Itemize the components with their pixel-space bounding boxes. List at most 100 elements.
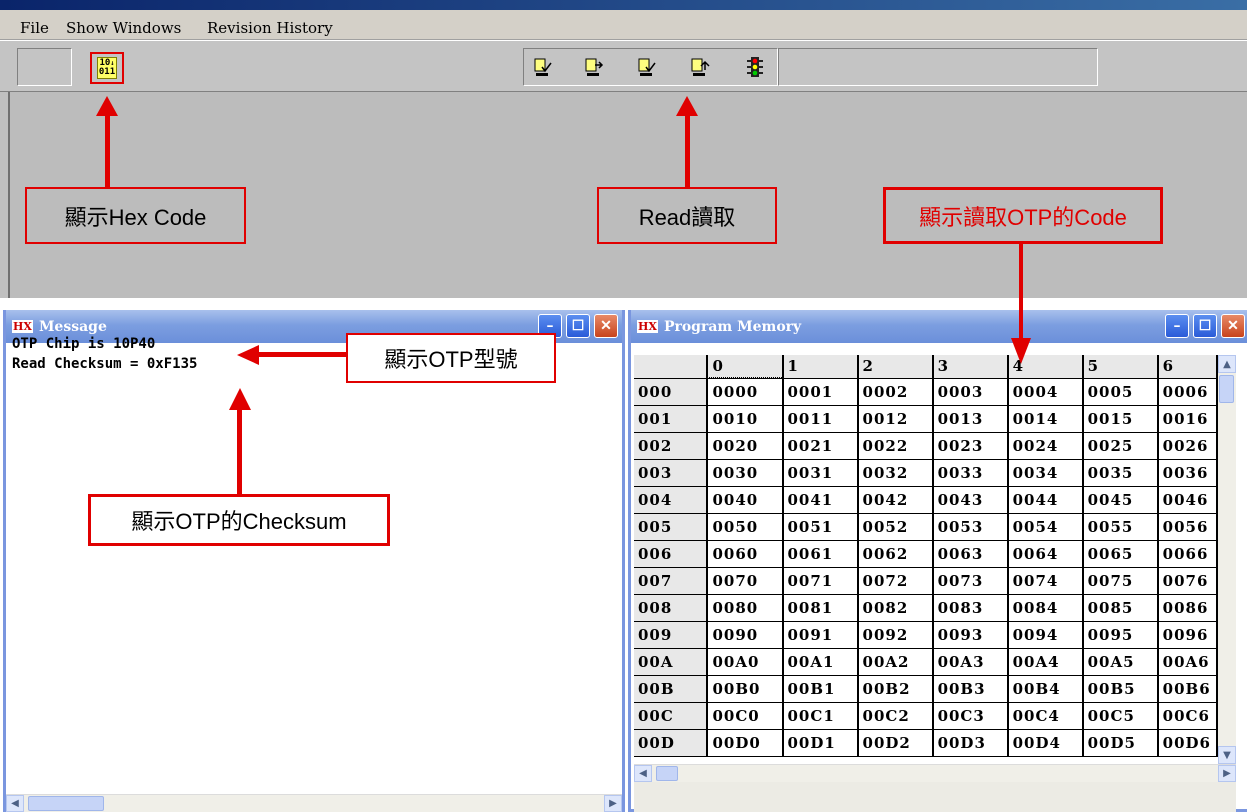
memory-cell[interactable]: 0074 — [1007, 567, 1084, 595]
memory-cell[interactable]: 00A2 — [857, 648, 934, 676]
memory-cell[interactable]: 00C0 — [707, 702, 784, 730]
scroll-down-button[interactable]: ▼ — [1218, 746, 1236, 764]
memory-cell[interactable]: 00C3 — [932, 702, 1009, 730]
memory-cell[interactable]: 0073 — [932, 567, 1009, 595]
memory-cell[interactable]: 0030 — [707, 459, 784, 487]
memory-cell[interactable]: 0001 — [782, 378, 859, 406]
memory-cell[interactable]: 0082 — [857, 594, 934, 622]
memory-cell[interactable]: 0085 — [1082, 594, 1159, 622]
memory-cell[interactable]: 00D4 — [1007, 729, 1084, 757]
memory-cell[interactable]: 00C2 — [857, 702, 934, 730]
memory-cell[interactable]: 00A1 — [782, 648, 859, 676]
program-title-bar[interactable]: HX Program Memory – ☐ ✕ — [631, 310, 1247, 343]
memory-cell[interactable]: 0043 — [932, 486, 1009, 514]
memory-cell[interactable]: 00D2 — [857, 729, 934, 757]
memory-cell[interactable]: 00A6 — [1157, 648, 1218, 676]
menu-revision-history[interactable]: Revision History — [207, 19, 333, 37]
memory-cell[interactable]: 0002 — [857, 378, 934, 406]
memory-cell[interactable]: 0024 — [1007, 432, 1084, 460]
scroll-thumb[interactable] — [1219, 375, 1234, 403]
memory-cell[interactable]: 0051 — [782, 513, 859, 541]
memory-cell[interactable]: 0096 — [1157, 621, 1218, 649]
memory-cell[interactable]: 0022 — [857, 432, 934, 460]
scroll-left-button[interactable]: ◀ — [634, 765, 652, 782]
memory-cell[interactable]: 0000 — [706, 377, 784, 406]
scroll-right-button[interactable]: ▶ — [604, 795, 622, 812]
memory-cell[interactable]: 0084 — [1007, 594, 1084, 622]
memory-cell[interactable]: 0076 — [1157, 567, 1218, 595]
memory-cell[interactable]: 0036 — [1157, 459, 1218, 487]
memory-cell[interactable]: 0014 — [1007, 405, 1084, 433]
memory-cell[interactable]: 0034 — [1007, 459, 1084, 487]
memory-cell[interactable]: 0041 — [782, 486, 859, 514]
memory-cell[interactable]: 0083 — [932, 594, 1009, 622]
close-button[interactable]: ✕ — [1221, 314, 1245, 338]
memory-cell[interactable]: 0055 — [1082, 513, 1159, 541]
memory-cell[interactable]: 0056 — [1157, 513, 1218, 541]
memory-cell[interactable]: 0052 — [857, 513, 934, 541]
memory-cell[interactable]: 0004 — [1007, 378, 1084, 406]
memory-cell[interactable]: 00A4 — [1007, 648, 1084, 676]
memory-cell[interactable]: 00C5 — [1082, 702, 1159, 730]
memory-cell[interactable]: 0015 — [1082, 405, 1159, 433]
memory-cell[interactable]: 0042 — [857, 486, 934, 514]
memory-cell[interactable]: 00A3 — [932, 648, 1009, 676]
memory-cell[interactable]: 00B6 — [1157, 675, 1218, 703]
program-hscrollbar[interactable]: ◀ ▶ — [634, 764, 1236, 782]
traffic-light-button[interactable] — [741, 53, 769, 81]
scroll-up-button[interactable]: ▲ — [1218, 355, 1236, 373]
memory-cell[interactable]: 0093 — [932, 621, 1009, 649]
memory-cell[interactable]: 0054 — [1007, 513, 1084, 541]
scroll-right-button[interactable]: ▶ — [1218, 765, 1236, 782]
memory-cell[interactable]: 0025 — [1082, 432, 1159, 460]
memory-cell[interactable]: 0012 — [857, 405, 934, 433]
memory-cell[interactable]: 0081 — [782, 594, 859, 622]
memory-cell[interactable]: 0045 — [1082, 486, 1159, 514]
memory-cell[interactable]: 00C1 — [782, 702, 859, 730]
memory-cell[interactable]: 0063 — [932, 540, 1009, 568]
memory-cell[interactable]: 0092 — [857, 621, 934, 649]
memory-cell[interactable]: 00B0 — [707, 675, 784, 703]
memory-cell[interactable]: 0072 — [857, 567, 934, 595]
memory-cell[interactable]: 0086 — [1157, 594, 1218, 622]
memory-cell[interactable]: 0026 — [1157, 432, 1218, 460]
close-button[interactable]: ✕ — [594, 314, 618, 338]
memory-cell[interactable]: 00C4 — [1007, 702, 1084, 730]
memory-cell[interactable]: 0023 — [932, 432, 1009, 460]
memory-cell[interactable]: 0080 — [707, 594, 784, 622]
menu-show-windows[interactable]: Show Windows — [66, 19, 181, 37]
memory-cell[interactable]: 0020 — [707, 432, 784, 460]
memory-cell[interactable]: 00B5 — [1082, 675, 1159, 703]
memory-cell[interactable]: 0033 — [932, 459, 1009, 487]
minimize-button[interactable]: – — [1165, 314, 1189, 338]
memory-cell[interactable]: 0010 — [707, 405, 784, 433]
menu-file[interactable]: File — [20, 19, 49, 37]
memory-cell[interactable]: 00D0 — [707, 729, 784, 757]
memory-cell[interactable]: 00B4 — [1007, 675, 1084, 703]
memory-cell[interactable]: 0031 — [782, 459, 859, 487]
memory-cell[interactable]: 00D3 — [932, 729, 1009, 757]
maximize-button[interactable]: ☐ — [566, 314, 590, 338]
blank-check-button[interactable] — [686, 53, 714, 81]
memory-cell[interactable]: 0062 — [857, 540, 934, 568]
memory-cell[interactable]: 0016 — [1157, 405, 1218, 433]
write-button[interactable] — [580, 53, 608, 81]
memory-cell[interactable]: 0095 — [1082, 621, 1159, 649]
memory-cell[interactable]: 0065 — [1082, 540, 1159, 568]
program-vscrollbar[interactable]: ▲ ▼ — [1218, 355, 1236, 764]
memory-cell[interactable]: 0064 — [1007, 540, 1084, 568]
scroll-thumb[interactable] — [28, 796, 104, 811]
message-hscrollbar[interactable]: ◀ ▶ — [6, 794, 622, 812]
memory-cell[interactable]: 0021 — [782, 432, 859, 460]
hex-code-button[interactable]: 10↓ 011 — [90, 52, 124, 84]
scroll-left-button[interactable]: ◀ — [6, 795, 24, 812]
memory-cell[interactable]: 0013 — [932, 405, 1009, 433]
memory-cell[interactable]: 00A5 — [1082, 648, 1159, 676]
memory-cell[interactable]: 0053 — [932, 513, 1009, 541]
memory-cell[interactable]: 00D6 — [1157, 729, 1218, 757]
memory-cell[interactable]: 0006 — [1157, 378, 1218, 406]
memory-cell[interactable]: 0050 — [707, 513, 784, 541]
read-button[interactable] — [529, 53, 557, 81]
memory-cell[interactable]: 0046 — [1157, 486, 1218, 514]
memory-cell[interactable]: 0094 — [1007, 621, 1084, 649]
